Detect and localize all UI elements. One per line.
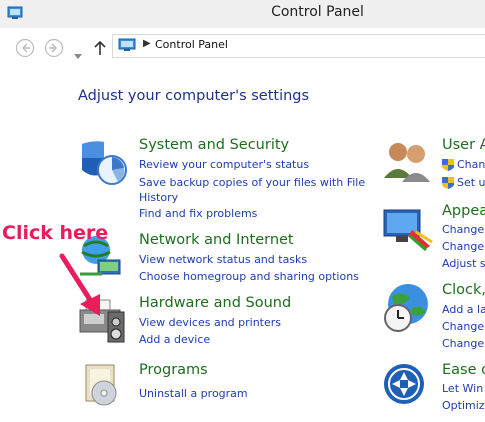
link-change-background[interactable]: Change xyxy=(442,240,484,253)
category-network-internet[interactable]: Network and Internet xyxy=(139,232,294,248)
page-heading: Adjust your computer's settings xyxy=(78,88,310,104)
users-icon[interactable] xyxy=(382,138,434,188)
link-change-input[interactable]: Change xyxy=(442,320,484,333)
category-clock-language-region[interactable]: Clock, xyxy=(442,282,485,298)
breadcrumb-control-panel[interactable]: Control Panel xyxy=(155,38,228,51)
control-panel-icon xyxy=(118,38,136,57)
link-optimize-display[interactable]: Optimiz xyxy=(442,399,485,412)
link-review-status[interactable]: Review your computer's status xyxy=(139,158,309,171)
globe-clock-icon[interactable] xyxy=(382,282,434,338)
title-bar: Control Panel xyxy=(0,0,485,28)
uac-shield-icon xyxy=(442,157,454,176)
link-add-device[interactable]: Add a device xyxy=(139,333,210,346)
back-button[interactable] xyxy=(15,38,35,58)
ease-of-access-icon[interactable] xyxy=(382,362,428,412)
link-change-date[interactable]: Change xyxy=(442,337,484,350)
link-save-backup[interactable]: Save backup copies of your files with Fi… xyxy=(139,176,365,189)
link-homegroup[interactable]: Choose homegroup and sharing options xyxy=(139,270,359,283)
annotation-click-here: Click here xyxy=(2,222,109,244)
link-devices-printers[interactable]: View devices and printers xyxy=(139,316,281,329)
address-bar[interactable]: ▶ Control Panel xyxy=(112,34,485,58)
link-change-theme[interactable]: Change xyxy=(442,223,484,236)
link-set-up[interactable]: Set u xyxy=(457,176,485,189)
recent-locations-dropdown-icon[interactable] xyxy=(74,45,82,64)
link-adjust-screen[interactable]: Adjust s xyxy=(442,257,485,270)
link-find-fix-problems[interactable]: Find and fix problems xyxy=(139,207,257,220)
annotation-arrow-icon xyxy=(56,252,116,326)
link-let-windows-suggest[interactable]: Let Win xyxy=(442,382,483,395)
link-uninstall-program[interactable]: Uninstall a program xyxy=(139,387,248,400)
programs-icon[interactable] xyxy=(80,361,128,413)
category-hardware-sound[interactable]: Hardware and Sound xyxy=(139,295,291,311)
category-programs[interactable]: Programs xyxy=(139,362,208,378)
forward-button[interactable] xyxy=(44,38,64,58)
appearance-icon[interactable] xyxy=(382,206,434,256)
uac-shield-icon xyxy=(442,175,454,194)
up-button[interactable] xyxy=(92,38,112,58)
window-title: Control Panel xyxy=(271,4,364,20)
category-user-accounts[interactable]: User A xyxy=(442,137,485,153)
navigation-bar: ▶ Control Panel xyxy=(0,28,485,66)
link-save-backup-cont[interactable]: History xyxy=(139,191,178,204)
category-system-security[interactable]: System and Security xyxy=(139,137,289,153)
category-ease-of-access[interactable]: Ease o xyxy=(442,362,485,378)
category-appearance[interactable]: Appea xyxy=(442,203,485,219)
link-add-language[interactable]: Add a la xyxy=(442,303,485,316)
link-change-account[interactable]: Chan xyxy=(457,158,485,171)
shield-icon[interactable] xyxy=(78,138,128,194)
link-network-status[interactable]: View network status and tasks xyxy=(139,253,307,266)
breadcrumb-separator-icon[interactable]: ▶ xyxy=(143,38,151,49)
